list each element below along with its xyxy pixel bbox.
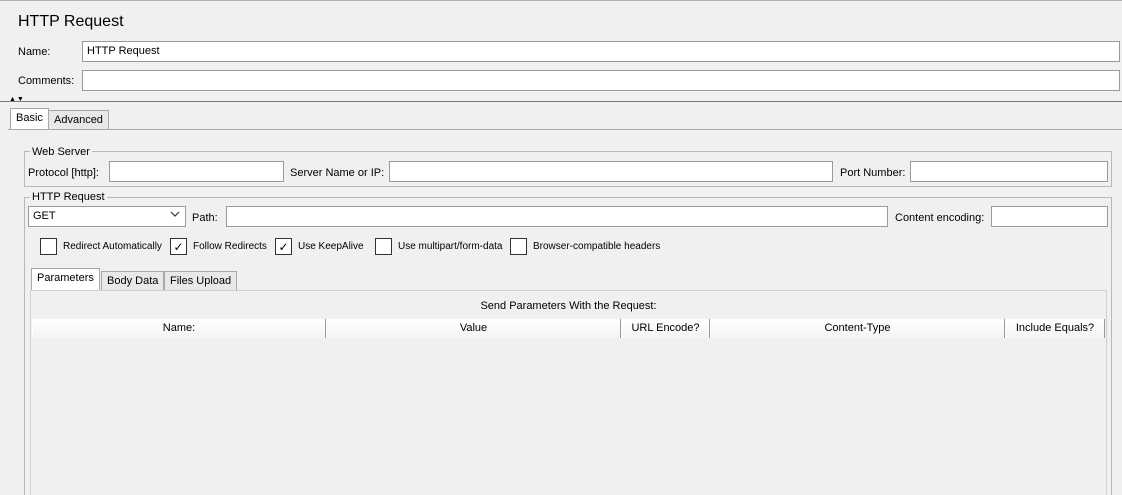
tab-parameters[interactable]: Parameters: [31, 268, 100, 290]
window-top-border: [0, 0, 1122, 1]
content-encoding-field[interactable]: [991, 206, 1108, 227]
path-field[interactable]: [226, 206, 888, 227]
parameters-table-caption: Send Parameters With the Request:: [480, 300, 657, 312]
checkbox-box[interactable]: [510, 238, 527, 255]
checkbox-box[interactable]: [375, 238, 392, 255]
checkmark-icon: ✓: [173, 239, 184, 254]
checkbox-label: Follow Redirects: [193, 241, 267, 252]
use-multipart-checkbox[interactable]: Use multipart/form-data: [375, 238, 502, 255]
protocol-label: Protocol [http]:: [28, 167, 99, 179]
checkbox-box[interactable]: ✓: [170, 238, 187, 255]
redirect-automatically-checkbox[interactable]: Redirect Automatically: [40, 238, 162, 255]
server-field[interactable]: [389, 161, 833, 182]
path-label: Path:: [192, 212, 218, 224]
method-select[interactable]: GET: [28, 206, 186, 227]
use-keepalive-checkbox[interactable]: ✓ Use KeepAlive: [275, 238, 364, 255]
http-request-group-title: HTTP Request: [30, 191, 107, 203]
name-label: Name:: [18, 46, 51, 58]
content-encoding-label: Content encoding:: [895, 212, 985, 224]
port-field[interactable]: [910, 161, 1108, 182]
web-server-group-title: Web Server: [30, 146, 92, 158]
tab-body-data[interactable]: Body Data: [101, 271, 165, 291]
column-header-include-equals[interactable]: Include Equals?: [1005, 319, 1105, 338]
protocol-field[interactable]: [109, 161, 284, 182]
method-value: GET: [33, 210, 56, 222]
checkbox-label: Browser-compatible headers: [533, 241, 661, 252]
chevron-down-icon[interactable]: [170, 209, 180, 224]
comments-label: Comments:: [18, 75, 75, 87]
column-header-value[interactable]: Value: [326, 319, 621, 338]
column-header-content-type[interactable]: Content-Type: [710, 319, 1005, 338]
page-title: HTTP Request: [18, 13, 124, 30]
checkbox-label: Redirect Automatically: [63, 241, 162, 252]
port-label: Port Number:: [840, 167, 906, 179]
parameters-table-body[interactable]: [32, 339, 1105, 495]
checkbox-box[interactable]: ✓: [275, 238, 292, 255]
follow-redirects-checkbox[interactable]: ✓ Follow Redirects: [170, 238, 267, 255]
column-header-url-encode[interactable]: URL Encode?: [621, 319, 710, 338]
tab-files-upload[interactable]: Files Upload: [164, 271, 238, 291]
tab-strip-border: [8, 129, 1122, 130]
checkmark-icon: ✓: [278, 239, 289, 254]
tab-advanced[interactable]: Advanced: [48, 110, 109, 130]
parameters-table-header: Name: Value URL Encode? Content-Type Inc…: [32, 319, 1105, 338]
checkbox-box[interactable]: [40, 238, 57, 255]
splitter-divider[interactable]: [0, 101, 1122, 102]
browser-compatible-headers-checkbox[interactable]: Browser-compatible headers: [510, 238, 660, 255]
name-field[interactable]: HTTP Request: [82, 41, 1120, 62]
comments-field[interactable]: [82, 70, 1120, 91]
column-header-name[interactable]: Name:: [32, 319, 326, 338]
checkbox-label: Use KeepAlive: [298, 241, 364, 252]
checkbox-label: Use multipart/form-data: [398, 241, 503, 252]
tab-basic[interactable]: Basic: [10, 108, 49, 130]
server-label: Server Name or IP:: [290, 167, 385, 179]
